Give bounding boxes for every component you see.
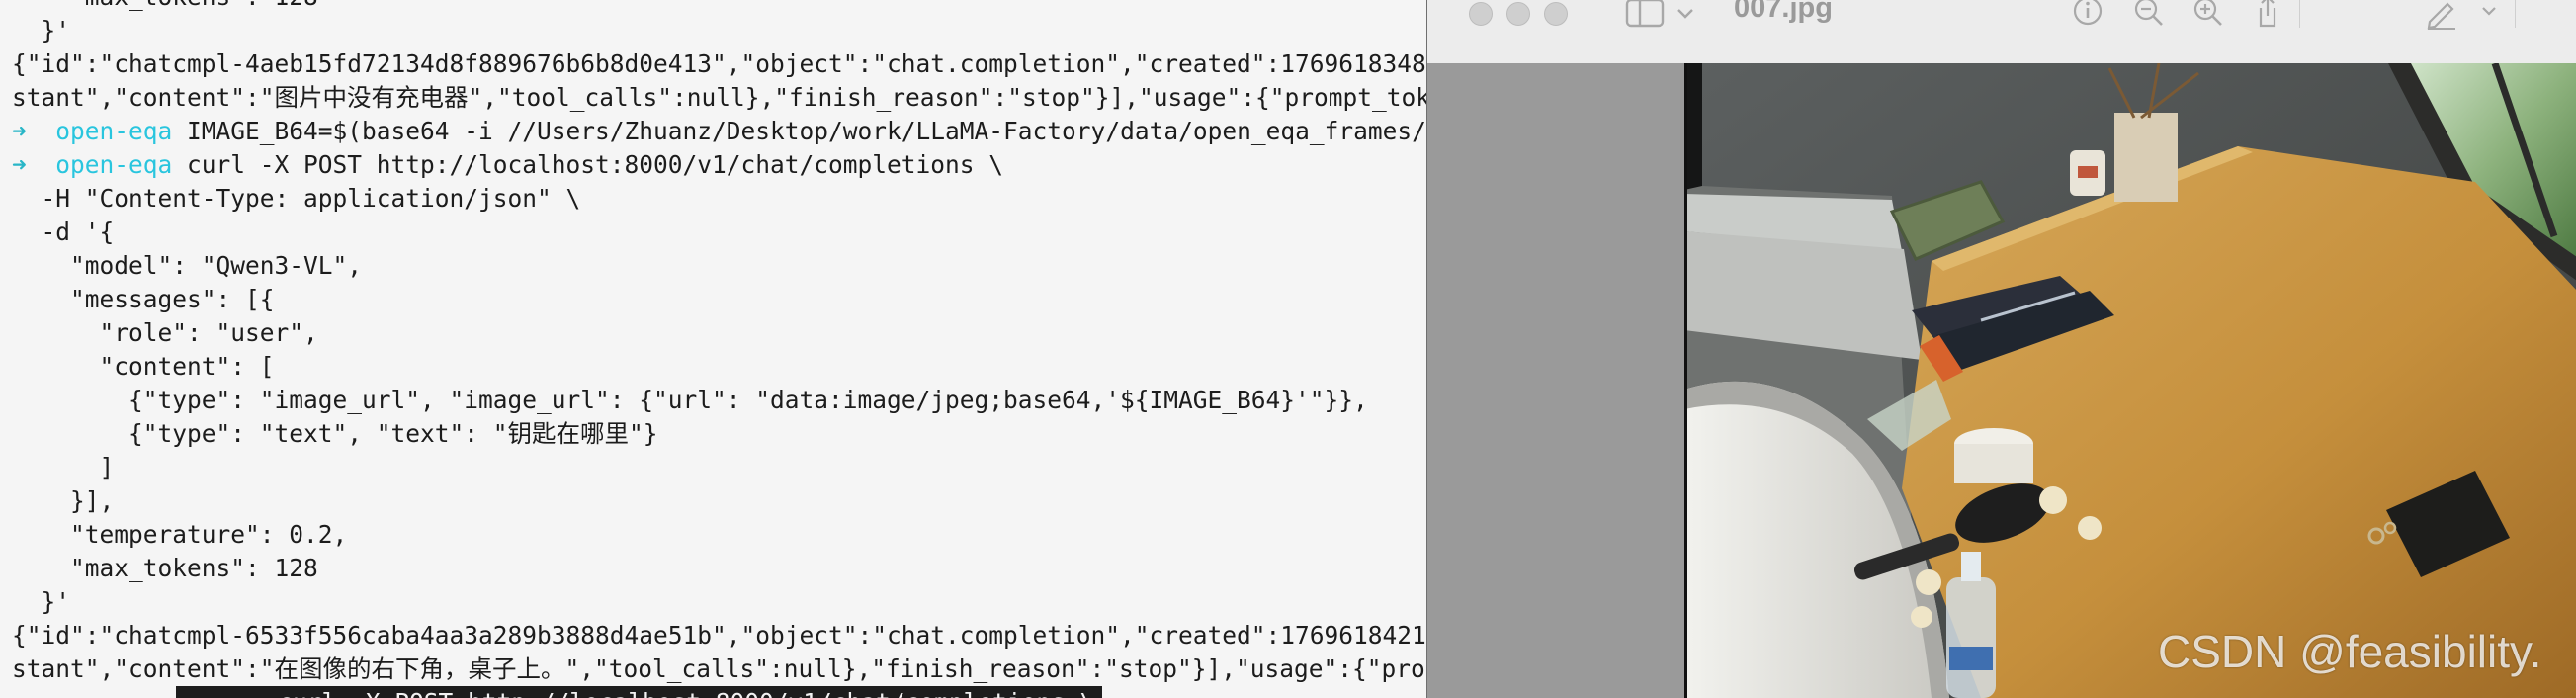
- terminal-line: "max_tokens": 128: [12, 554, 318, 582]
- document-title: 007.jpg: [1734, 0, 1833, 24]
- terminal-line: ]: [12, 453, 115, 481]
- markup-button[interactable]: [2424, 0, 2459, 30]
- zoom-in-button[interactable]: [2190, 0, 2226, 30]
- share-icon: [2259, 0, 2276, 28]
- terminal-line: {"id":"chatcmpl-6533f556caba4aa3a289b388…: [12, 621, 1426, 650]
- terminal-line: "max_tokens": 128: [12, 0, 318, 14]
- terminal-prompt-line: ➜ open-eqa IMAGE_B64=$(base64 -i //Users…: [12, 115, 1426, 148]
- plant-pot: [2114, 113, 2178, 202]
- prompt-directory: open-eqa: [55, 117, 173, 145]
- cup-label: [2078, 166, 2098, 178]
- terminal-line: stant","content":"在图像的右下角，桌子上。","tool_ca…: [12, 654, 1426, 683]
- terminal-line: "temperature": 0.2,: [12, 520, 348, 549]
- water-bottle: [1946, 577, 1996, 698]
- terminal-line: {"id":"chatcmpl-4aeb15fd72134d8f889676b6…: [12, 49, 1426, 78]
- prompt-arrow-icon: ➜: [12, 150, 27, 179]
- terminal-line: "role": "user",: [12, 318, 318, 347]
- zoom-out-icon: [2134, 0, 2163, 26]
- prompt-directory: open-eqa: [55, 150, 173, 179]
- terminal-prompt-line: ➜ open-eqa curl -X POST http://localhost…: [12, 148, 1003, 182]
- sidebar-toggle-button[interactable]: [1625, 0, 1704, 30]
- info-icon: [2073, 0, 2103, 26]
- minimize-window-button[interactable]: [1506, 2, 1530, 26]
- markup-menu-button[interactable]: [2477, 0, 2501, 30]
- toolbar-divider: [2299, 0, 2300, 28]
- bottle-cap: [1911, 606, 1932, 628]
- terminal-line: stant","content":"图片中没有充电器","tool_calls"…: [12, 83, 1426, 112]
- terminal-line: "messages": [{: [12, 285, 275, 313]
- terminal-line: -d '{: [12, 218, 115, 246]
- command-text: curl -X POST http://localhost:8000/v1/ch…: [172, 150, 1004, 179]
- preview-titlebar: 007.jpg: [1427, 0, 2576, 64]
- terminal-line: }],: [12, 486, 115, 515]
- sidebar-icon: [1625, 0, 1693, 28]
- command-text: IMAGE_B64=$(base64 -i //Users/Zhuanz/Des…: [172, 117, 1426, 145]
- water-bottle-label: [1949, 647, 1993, 670]
- terminal-window[interactable]: "max_tokens": 128 }' {"id":"chatcmpl-4ae…: [0, 0, 1426, 698]
- terminal-line: {"type": "image_url", "image_url": {"url…: [12, 386, 1368, 414]
- water-bottle-neck: [1961, 552, 1981, 581]
- toolbar-divider: [2515, 0, 2516, 28]
- cream-jar: [1954, 444, 2033, 483]
- info-button[interactable]: [2070, 0, 2105, 30]
- pen-icon: [2427, 2, 2455, 30]
- zoom-window-button[interactable]: [1544, 2, 1568, 26]
- close-window-button[interactable]: [1469, 2, 1493, 26]
- preview-sidebar: [1427, 63, 1684, 698]
- watermark: CSDN @feasibility.: [2158, 626, 2542, 677]
- terminal-line: -H "Content-Type: application/json" \: [12, 184, 581, 213]
- selected-history-line[interactable]: curl -X POST http://localhost:8000/v1/ch…: [176, 686, 1103, 698]
- terminal-line: }': [12, 16, 71, 44]
- chevron-down-icon: [2482, 7, 2496, 16]
- zoom-out-button[interactable]: [2131, 0, 2167, 30]
- zoom-in-icon: [2193, 0, 2222, 26]
- share-button[interactable]: [2250, 0, 2285, 30]
- terminal-line: }': [12, 587, 71, 616]
- bottle-cap: [2078, 516, 2102, 540]
- preview-window: 007.jpg: [1426, 0, 2576, 698]
- bottle-cap: [2039, 486, 2067, 514]
- canvas-border: [1684, 63, 1687, 698]
- bottle-cap: [1916, 569, 1941, 595]
- terminal-line: {"type": "text", "text": "钥匙在哪里"}: [12, 419, 658, 448]
- terminal-line: "content": [: [12, 352, 275, 381]
- room-photo[interactable]: [1684, 63, 2576, 698]
- terminal-line: "model": "Qwen3-VL",: [12, 251, 363, 280]
- prompt-arrow-icon: ➜: [12, 117, 27, 145]
